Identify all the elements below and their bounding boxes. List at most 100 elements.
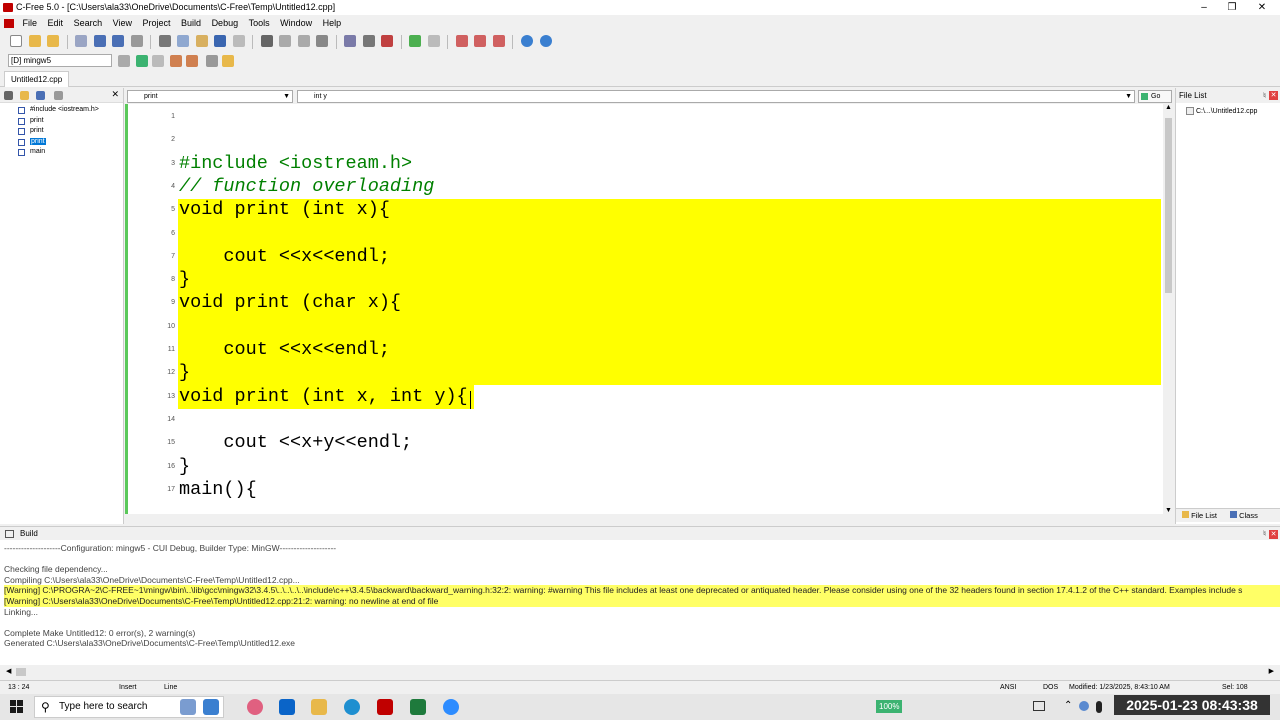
maximize-icon[interactable]: ❐ [1218, 0, 1246, 15]
info-icon[interactable] [539, 35, 552, 47]
compile-icon[interactable] [170, 55, 182, 67]
close-file-icon[interactable] [75, 35, 88, 47]
code-line[interactable]: 15 cout <<x+y<<endl; [125, 431, 1165, 454]
copilot-icon[interactable] [247, 699, 263, 715]
tab-file-list[interactable]: File List [1182, 509, 1217, 522]
menu-build[interactable]: Build [177, 15, 205, 32]
document-icon[interactable] [4, 19, 14, 29]
tab-class[interactable]: Class [1230, 509, 1258, 522]
microphone-icon[interactable] [1096, 701, 1102, 713]
code-line[interactable]: 7 cout <<x<<endl; [125, 245, 1165, 268]
code-line[interactable]: 9 void print (char x){ [125, 291, 1165, 314]
configure-icon[interactable] [118, 55, 130, 67]
windows-start-icon[interactable] [10, 700, 24, 714]
code-line[interactable]: 12} [125, 361, 1165, 384]
open-folder-icon[interactable] [28, 35, 41, 47]
rebuild-icon[interactable] [206, 55, 218, 67]
stop-icon[interactable] [152, 55, 164, 67]
widget-icon[interactable] [180, 699, 196, 715]
find-icon[interactable] [260, 35, 273, 47]
bookmark-clear-icon[interactable] [492, 35, 505, 47]
cfree-app-icon[interactable] [377, 699, 393, 715]
close-icon[interactable]: ✕ [1269, 530, 1278, 539]
build-icon[interactable] [186, 55, 198, 67]
code-line[interactable]: 3 #include <iostream.h> [125, 152, 1165, 175]
scroll-thumb[interactable] [1165, 118, 1172, 293]
editor-horizontal-scrollbar[interactable] [125, 514, 1174, 524]
menu-project[interactable]: Project [139, 15, 175, 32]
add-icon[interactable] [409, 35, 422, 47]
close-icon[interactable]: ✕ [1248, 0, 1276, 15]
scroll-left-icon[interactable]: ◀ [6, 667, 11, 675]
build-warning-line[interactable]: [Warning] C:\PROGRA~2\C-FREE~1\mingw\bin… [4, 585, 1280, 596]
battery-indicator[interactable]: 100% [876, 700, 903, 713]
code-line[interactable]: 4 // function overloading [125, 175, 1165, 198]
code-line[interactable]: 17 main(){ [125, 478, 1165, 501]
code-line[interactable]: 14 [125, 408, 1165, 431]
filter-icon[interactable] [20, 91, 29, 100]
scope-select[interactable]: print ▼ [127, 90, 293, 103]
tab-untitled12[interactable]: Untitled12.cpp [4, 71, 70, 87]
build-horizontal-scrollbar[interactable]: ◀ ▶ [0, 665, 1280, 679]
code-line[interactable]: 5 void print (int x){ [125, 198, 1165, 221]
code-line[interactable]: 16} [125, 455, 1165, 478]
menu-edit[interactable]: Edit [44, 15, 68, 32]
undo-icon[interactable] [214, 35, 227, 47]
tree-item-print-2[interactable]: print [0, 126, 123, 137]
redo-icon[interactable] [232, 35, 245, 47]
onedrive-icon[interactable] [1079, 701, 1089, 711]
run-icon[interactable] [136, 55, 148, 67]
help-icon[interactable] [520, 35, 533, 47]
tree-item-print-1[interactable]: print [0, 116, 123, 127]
menu-search[interactable]: Search [70, 15, 107, 32]
build-output[interactable]: --------------------Configuration: mingw… [0, 540, 1280, 665]
scroll-right-icon[interactable]: ▶ [1269, 667, 1274, 675]
code-line[interactable]: 10 [125, 315, 1165, 338]
outlook-icon[interactable] [279, 699, 295, 715]
tree-item-main[interactable]: main [0, 147, 123, 158]
new-file-icon[interactable] [10, 35, 22, 47]
code-line[interactable]: 8} [125, 268, 1165, 291]
clock[interactable]: 2025-01-23 08:43:38 [1114, 695, 1270, 715]
file-view-icon[interactable] [54, 91, 63, 100]
open-project-icon[interactable] [47, 35, 60, 47]
menu-debug[interactable]: Debug [208, 15, 243, 32]
menu-tools[interactable]: Tools [245, 15, 274, 32]
class-view-icon[interactable] [36, 91, 45, 100]
edge-icon[interactable] [344, 699, 360, 715]
excel-icon[interactable] [410, 699, 426, 715]
print-icon[interactable] [130, 35, 143, 47]
percent-icon[interactable] [362, 35, 375, 47]
file-explorer-icon[interactable] [311, 699, 327, 715]
bookmark-icon[interactable] [455, 35, 468, 47]
tree-item-include[interactable]: #include <iostream.h> [0, 105, 123, 116]
code-line[interactable]: 13 void print (int x, int y){ [125, 385, 1165, 408]
menu-window[interactable]: Window [276, 15, 316, 32]
menu-help[interactable]: Help [319, 15, 346, 32]
close-panel-icon[interactable]: ✕ [111, 89, 119, 100]
go-button[interactable]: Go [1138, 90, 1172, 103]
config-select[interactable]: [D] mingw5 [8, 54, 112, 67]
copy-icon[interactable] [177, 35, 190, 47]
code-line[interactable]: 11 cout <<x<<endl; [125, 338, 1165, 361]
keyboard-icon[interactable] [1033, 701, 1045, 711]
tools-icon[interactable] [381, 35, 394, 47]
menu-view[interactable]: View [109, 15, 136, 32]
format-icon[interactable] [344, 35, 357, 47]
code-line[interactable]: 2 [125, 128, 1165, 151]
arrow-icon[interactable] [427, 35, 440, 47]
scroll-up-icon[interactable]: ▲ [1163, 104, 1174, 111]
zoom-icon[interactable] [443, 699, 459, 715]
close-icon[interactable]: ✕ [1269, 91, 1278, 100]
chevron-up-icon[interactable]: ⌃ [1064, 700, 1072, 711]
pin-icon[interactable]: ♮ [1263, 527, 1266, 541]
sort-icon[interactable] [4, 91, 13, 100]
save-icon[interactable] [93, 35, 106, 47]
vertical-scrollbar[interactable]: ▲ ▼ [1163, 104, 1174, 514]
file-list-item[interactable]: C:\...\Untitled12.cpp [1176, 103, 1280, 115]
menu-file[interactable]: File [19, 15, 42, 32]
minimize-icon[interactable]: – [1190, 0, 1218, 15]
people-icon[interactable] [203, 699, 219, 715]
pin-icon[interactable]: ♮ [1263, 88, 1266, 103]
code-editor[interactable]: 1 2 3 #include <iostream.h> 4// function ove… [125, 104, 1174, 514]
